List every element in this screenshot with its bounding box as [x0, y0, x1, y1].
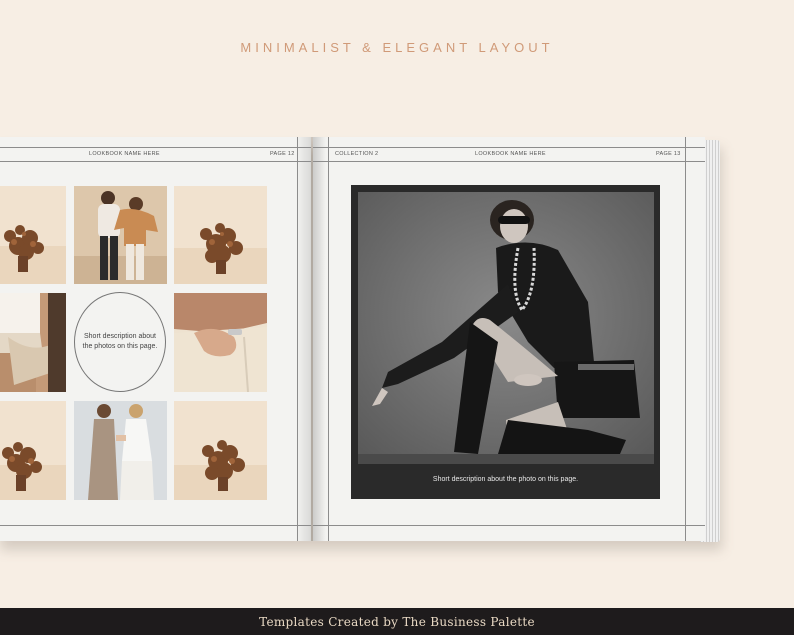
left-margin-rule	[297, 137, 298, 541]
featured-photo-woman-boots	[358, 192, 654, 464]
footer-credit: Templates Created by The Business Palett…	[259, 614, 535, 629]
left-footer-rule	[0, 525, 311, 526]
photo-dried-flowers	[174, 401, 267, 500]
left-header-title: LOOKBOOK NAME HERE	[89, 151, 160, 157]
headline: MINIMALIST & ELEGANT LAYOUT	[240, 40, 554, 55]
photo-woman-white-top	[0, 293, 66, 392]
left-page-number: PAGE 12	[270, 151, 295, 157]
footer-bar: Templates Created by The Business Palett…	[0, 608, 794, 635]
circle-description-text: Short description about the photos on th…	[82, 333, 158, 350]
right-header-rule-top	[313, 147, 705, 148]
book-spine	[296, 137, 326, 541]
right-page-number: PAGE 13	[656, 151, 681, 157]
photo-two-women-knit-dresses	[74, 401, 167, 500]
photo-hand-on-pocket	[174, 293, 267, 392]
photo-dried-flowers	[174, 186, 267, 284]
right-margin-rule-left	[328, 137, 329, 541]
right-margin-rule-right	[685, 137, 686, 541]
photo-dried-flowers	[0, 186, 66, 284]
right-header-title: LOOKBOOK NAME HERE	[475, 151, 546, 157]
featured-photo-caption: Short description about the photo on thi…	[432, 476, 579, 483]
right-footer-rule	[313, 525, 705, 526]
right-header-rule-bottom	[313, 161, 705, 162]
left-header-rule-top	[0, 147, 311, 148]
photos-description-circle: Short description about the photos on th…	[74, 292, 166, 392]
left-header-rule-bottom	[0, 161, 311, 162]
photo-couple-knitwear	[74, 186, 167, 284]
right-collection-label: COLLECTION 2	[335, 151, 379, 157]
photo-dried-flowers	[0, 401, 66, 500]
